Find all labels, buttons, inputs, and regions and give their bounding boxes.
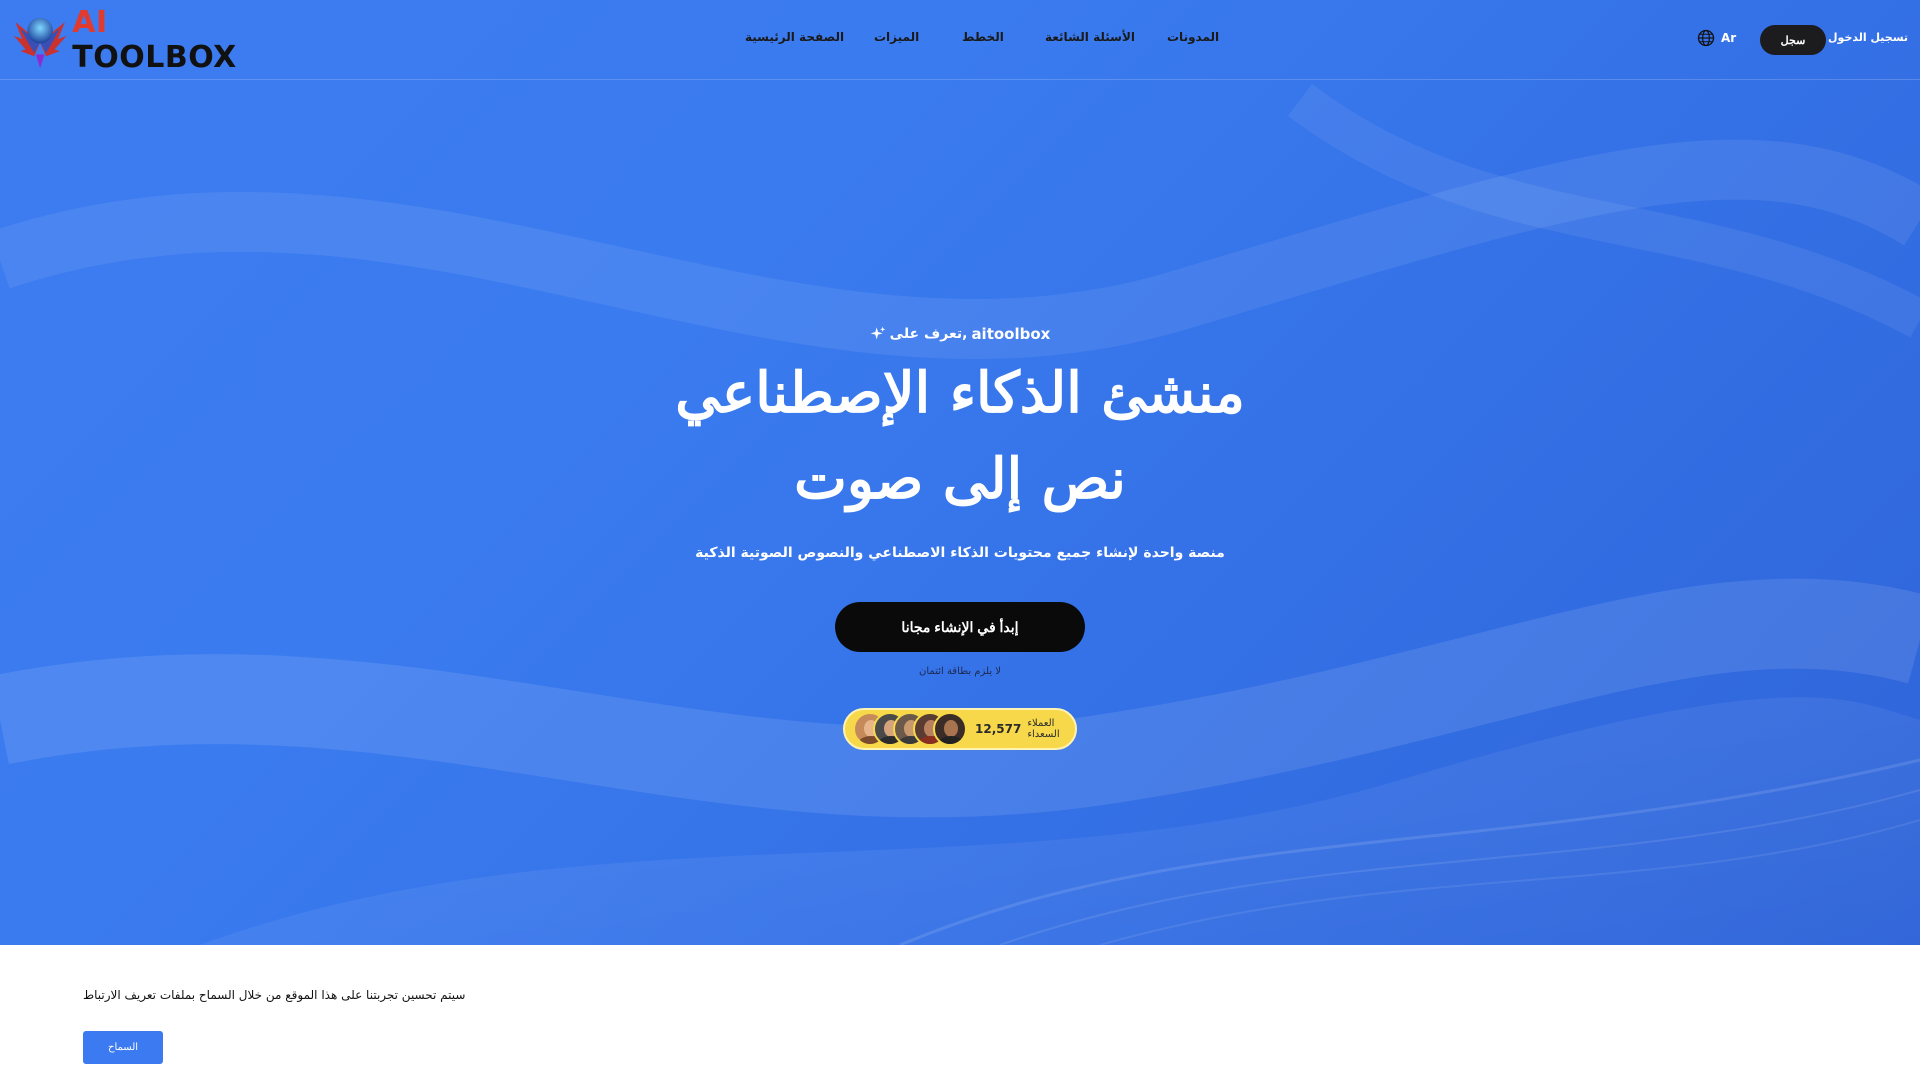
- language-selector[interactable]: Ar: [1697, 29, 1736, 47]
- customer-count: 12,577: [975, 722, 1022, 736]
- hero-eyebrow: تعرف على, aitoolbox: [0, 325, 1920, 343]
- nav-item-blogs[interactable]: المدونات: [1167, 30, 1219, 44]
- language-label: Ar: [1721, 31, 1737, 45]
- nav-item-home[interactable]: الصفحة الرئيسية: [745, 30, 844, 44]
- sparkles-icon: [870, 326, 885, 340]
- login-link[interactable]: تسجيل الدخول: [1828, 31, 1908, 44]
- hero-title-line-1: منشئ الذكاء الإصطناعي: [675, 360, 1245, 426]
- start-creating-free-button[interactable]: إبدأ في الإنشاء مجانا: [835, 602, 1085, 652]
- nav-item-plans[interactable]: الخطط: [962, 30, 1004, 44]
- hero-title-line-2: نص إلى صوت: [794, 446, 1126, 512]
- nav-item-features[interactable]: الميزات: [874, 30, 919, 44]
- eyebrow-brand: aitoolbox: [971, 325, 1051, 343]
- globe-icon: [1697, 29, 1715, 47]
- eyebrow-prefix: تعرف على,: [889, 326, 968, 342]
- cookie-consent-message: سيتم تحسين تجربتنا على هذا الموقع من خلا…: [83, 988, 466, 1002]
- signup-button[interactable]: سجل: [1760, 25, 1826, 55]
- site-header: AI TOOLBOX الصفحة الرئيسية الميزات الخطط…: [0, 0, 1920, 80]
- avatar: [933, 712, 967, 746]
- site-logo[interactable]: AI TOOLBOX: [12, 4, 252, 76]
- phoenix-emblem-icon: [13, 17, 67, 69]
- nav-item-faq[interactable]: الأسئلة الشائعة: [1045, 30, 1135, 44]
- logo-wordmark: AI TOOLBOX: [72, 5, 237, 75]
- no-credit-card-note: لا يلزم بطاقة ائتمان: [919, 666, 1001, 677]
- allow-cookies-button[interactable]: السماح: [83, 1031, 163, 1064]
- happy-customers-badge: 12,577 العملاء السعداء: [843, 708, 1077, 750]
- customer-avatars: [853, 712, 967, 746]
- hero-subtitle: منصة واحدة لإنشاء جميع محتويات الذكاء ال…: [695, 545, 1225, 561]
- customer-count-label: العملاء السعداء: [1027, 718, 1060, 740]
